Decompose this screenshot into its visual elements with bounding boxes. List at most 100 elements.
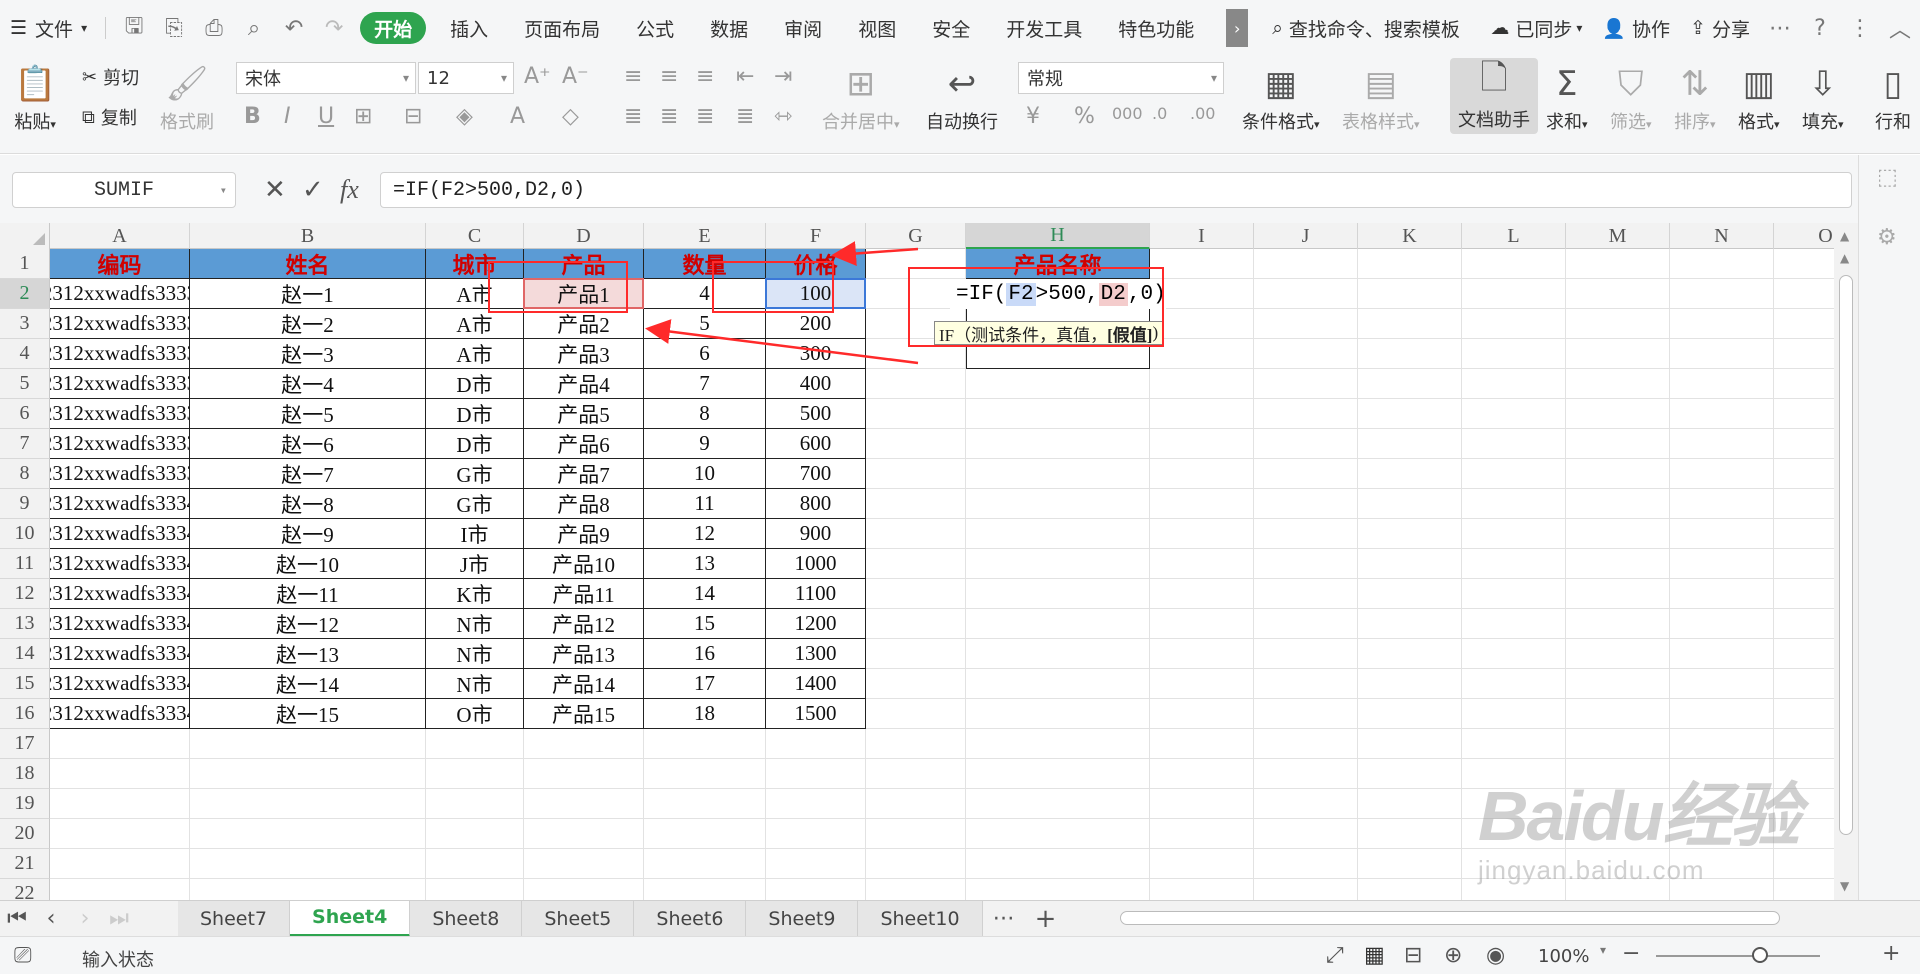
copy-button[interactable]: ⧉ 复制: [82, 104, 137, 130]
sheet-tab[interactable]: Sheet9: [746, 900, 859, 937]
tab-insert[interactable]: 插入: [432, 0, 506, 56]
format-painter-button[interactable]: 🖌 格式刷: [160, 60, 214, 134]
align-left-icon[interactable]: ≣: [624, 104, 642, 129]
table-style-button[interactable]: ▤ 表格样式▾: [1342, 60, 1420, 134]
fx-icon[interactable]: fx: [340, 175, 359, 205]
page-layout-icon[interactable]: ⊕: [1444, 943, 1462, 968]
tab-security[interactable]: 安全: [914, 0, 988, 56]
tab-home[interactable]: 开始: [360, 12, 427, 44]
wrap-text-button[interactable]: ↩ 自动换行: [926, 60, 998, 134]
sync-status[interactable]: ☁ 已同步 ▾: [1480, 0, 1592, 56]
tab-review[interactable]: 审阅: [766, 0, 840, 56]
add-sheet-icon[interactable]: +: [1025, 904, 1067, 934]
next-sheet-icon[interactable]: ›: [68, 906, 102, 931]
increase-decimal-icon[interactable]: .0: [1152, 104, 1167, 123]
fill-button[interactable]: ⇩ 填充▾: [1802, 60, 1844, 134]
sheet-tab[interactable]: Sheet6: [634, 900, 747, 937]
align-center-icon[interactable]: ≣: [660, 104, 678, 129]
output-icon[interactable]: ⎘: [154, 0, 194, 56]
filter-button[interactable]: ⛉ 筛选▾: [1610, 60, 1652, 134]
share-button[interactable]: ⇪ 分享: [1680, 0, 1760, 56]
sheet-tab-active[interactable]: Sheet4: [290, 900, 411, 937]
name-box[interactable]: SUMIF ▾: [12, 172, 236, 208]
sum-button[interactable]: Σ 求和▾: [1546, 60, 1588, 134]
more-icon[interactable]: ⋮: [1840, 0, 1880, 56]
increase-font-icon[interactable]: A⁺: [524, 64, 551, 89]
print-preview-icon[interactable]: ⌕: [234, 0, 274, 56]
more-tabs-icon[interactable]: ›: [1226, 9, 1249, 47]
prev-sheet-icon[interactable]: ‹: [34, 906, 68, 931]
underline-icon[interactable]: U: [318, 104, 334, 129]
tab-page-layout[interactable]: 页面布局: [506, 0, 618, 56]
tab-developer[interactable]: 开发工具: [988, 0, 1100, 56]
align-bottom-icon[interactable]: ≡: [696, 64, 714, 89]
more-options-icon[interactable]: ⋯: [1760, 0, 1800, 56]
undo-icon[interactable]: ↶: [274, 0, 314, 56]
save-icon[interactable]: 🖫: [114, 0, 154, 56]
print-icon[interactable]: ⎙: [194, 0, 234, 56]
format-button[interactable]: ▥ 格式▾: [1738, 60, 1780, 134]
justify-icon[interactable]: ≣: [736, 104, 754, 129]
thousands-icon[interactable]: 000: [1112, 104, 1143, 123]
confirm-icon[interactable]: ✓: [302, 175, 324, 205]
currency-icon[interactable]: ¥: [1026, 104, 1040, 129]
sort-button[interactable]: ⇅ 排序▾: [1674, 60, 1716, 134]
help-icon[interactable]: ?: [1800, 0, 1840, 56]
number-format-select[interactable]: 常规 ▾: [1018, 62, 1224, 94]
page-break-icon[interactable]: ⊟: [1404, 943, 1422, 968]
indent-increase-icon[interactable]: ⇥: [774, 64, 792, 89]
zoom-slider-knob[interactable]: [1752, 947, 1768, 963]
align-right-icon[interactable]: ≣: [696, 104, 714, 129]
italic-icon[interactable]: I: [284, 104, 291, 129]
tab-features[interactable]: 特色功能: [1100, 0, 1212, 56]
decrease-font-icon[interactable]: A⁻: [562, 64, 589, 89]
align-top-icon[interactable]: ≡: [624, 64, 642, 89]
font-size-select[interactable]: 12 ▾: [418, 62, 514, 94]
clear-format-icon[interactable]: ◇: [562, 104, 579, 129]
chevron-down-icon[interactable]: ▾: [1600, 943, 1606, 957]
redo-icon[interactable]: ↷: [314, 0, 354, 56]
macro-icon[interactable]: ⎚: [14, 943, 32, 968]
zoom-in-icon[interactable]: +: [1882, 941, 1900, 966]
doc-assistant-button[interactable]: 🗋 文档助手: [1450, 58, 1538, 134]
row-col-button[interactable]: ▯ 行和: [1866, 60, 1920, 134]
tab-data[interactable]: 数据: [692, 0, 766, 56]
search-command[interactable]: ⌕ 查找命令、搜索模板: [1262, 0, 1470, 56]
collab-button[interactable]: 👤 协作: [1592, 0, 1680, 56]
last-sheet-icon[interactable]: ⏭: [102, 906, 136, 931]
border-icon[interactable]: ⊞: [354, 104, 372, 129]
fill-color-icon[interactable]: ◈: [456, 104, 473, 129]
sheet-tab[interactable]: Sheet7: [178, 900, 291, 937]
eye-protect-icon[interactable]: ◉: [1486, 943, 1505, 968]
scroll-thumb[interactable]: [1120, 911, 1780, 925]
align-middle-icon[interactable]: ≡: [660, 64, 678, 89]
formula-input[interactable]: =IF(F2>500,D2,0): [380, 172, 1852, 208]
zoom-level[interactable]: 100%: [1538, 946, 1589, 967]
tab-formulas[interactable]: 公式: [618, 0, 692, 56]
percent-icon[interactable]: %: [1074, 104, 1095, 129]
conditional-format-button[interactable]: ▦ 条件格式▾: [1242, 60, 1320, 134]
distribute-icon[interactable]: ⇿: [774, 104, 792, 129]
horizontal-scrollbar[interactable]: [1120, 907, 1800, 929]
sheet-tab[interactable]: Sheet8: [410, 900, 523, 937]
normal-view-icon[interactable]: ▦: [1364, 943, 1385, 968]
fullscreen-icon[interactable]: ⤢: [1326, 943, 1344, 968]
cancel-icon[interactable]: ✕: [264, 175, 286, 205]
cut-button[interactable]: ✂ 剪切: [82, 64, 139, 90]
tab-view[interactable]: 视图: [840, 0, 914, 56]
sheet-tab[interactable]: Sheet10: [858, 900, 983, 937]
font-name-select[interactable]: 宋体 ▾: [236, 62, 416, 94]
bold-icon[interactable]: B: [244, 104, 261, 129]
more-sheets-icon[interactable]: ⋯: [983, 906, 1025, 931]
sheet-tab[interactable]: Sheet5: [522, 900, 635, 937]
first-sheet-icon[interactable]: ⏮: [0, 906, 34, 931]
collapse-ribbon-icon[interactable]: ︿: [1880, 0, 1920, 56]
merge-border-icon[interactable]: ⊟: [404, 104, 422, 129]
decrease-decimal-icon[interactable]: .00: [1190, 104, 1215, 123]
zoom-slider[interactable]: [1656, 947, 1820, 963]
file-menu[interactable]: ☰ 文件 ▾: [0, 0, 97, 56]
paste-button[interactable]: 📋 粘贴▾: [14, 60, 56, 134]
merge-center-button[interactable]: ⊞ 合并居中▾: [822, 60, 900, 134]
cursor-icon[interactable]: ⬚: [1877, 165, 1898, 190]
indent-decrease-icon[interactable]: ⇤: [736, 64, 754, 89]
